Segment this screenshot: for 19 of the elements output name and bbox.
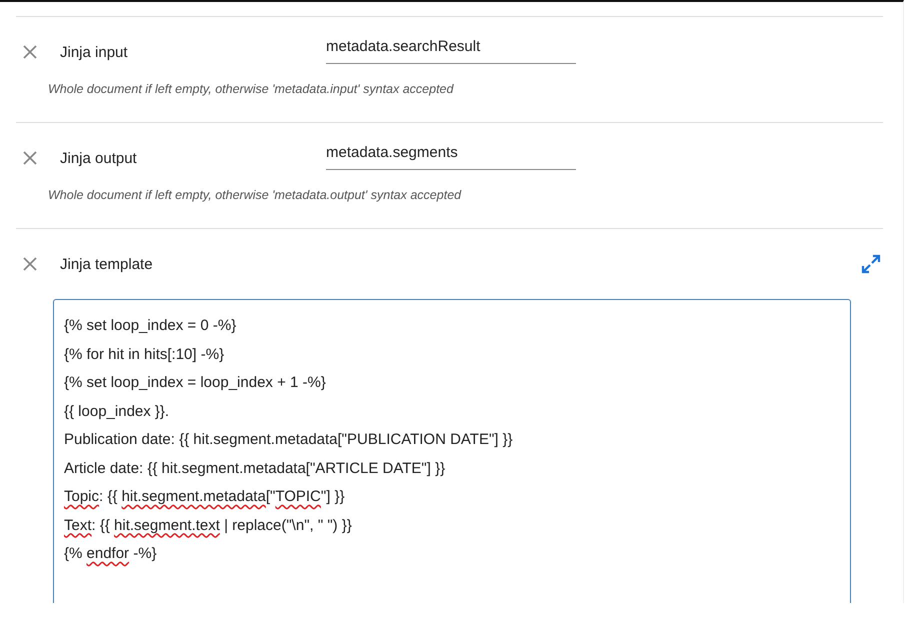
code-line: {% endfor -%} bbox=[64, 544, 158, 564]
code-line: {% for hit in hits[:10] -%} bbox=[64, 344, 226, 364]
template-editor[interactable] bbox=[53, 299, 851, 603]
expand-button[interactable] bbox=[861, 254, 881, 274]
close-icon bbox=[22, 44, 38, 60]
code-line: Publication date: {{ hit.segment.metadata["PUBLICATION DATE"] }} bbox=[64, 430, 514, 450]
field-label: Jinja template bbox=[60, 256, 154, 272]
close-icon bbox=[22, 150, 38, 166]
code-line: {{ loop_index }}. bbox=[64, 402, 170, 422]
code-line: Text: {{ hit.segment.text | replace("\n", " ") }} bbox=[64, 516, 353, 536]
hint-text: Whole document if left empty, otherwise 'metadata.input' syntax accepted bbox=[48, 82, 455, 96]
field-label: Jinja input bbox=[60, 44, 129, 60]
hint-text: Whole document if left empty, otherwise 'metadata.output' syntax accepted bbox=[48, 188, 462, 202]
close-icon bbox=[22, 256, 38, 272]
code-line: {% set loop_index = loop_index + 1 -%} bbox=[64, 373, 327, 393]
code-line: Article date: {{ hit.segment.metadata["ARTICLE DATE"] }} bbox=[64, 458, 446, 478]
code-line: {% set loop_index = 0 -%} bbox=[64, 316, 238, 336]
code-line: Topic: {{ hit.segment.metadata["TOPIC"] }} bbox=[64, 487, 346, 507]
field-label: Jinja output bbox=[60, 150, 138, 166]
